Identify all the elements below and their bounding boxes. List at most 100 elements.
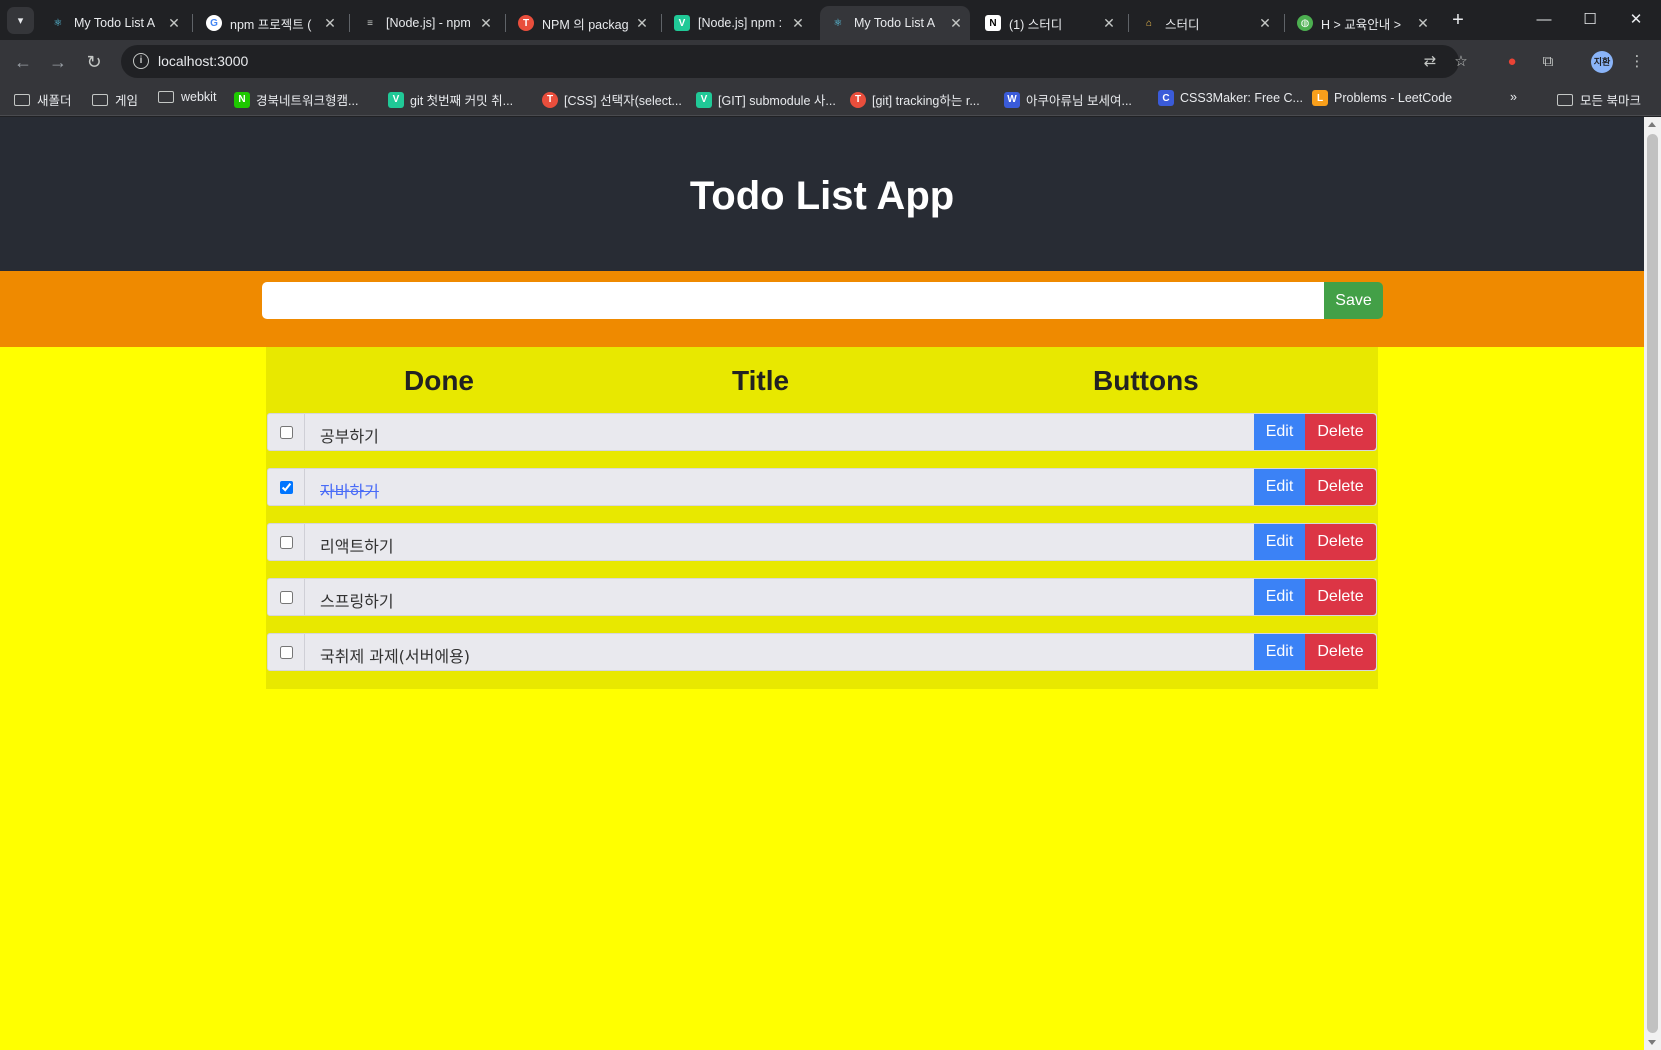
delete-button[interactable]: Delete (1305, 579, 1376, 615)
tab-2[interactable]: ≡ [Node.js] - npm ✕ (352, 6, 500, 40)
save-button[interactable]: Save (1324, 282, 1383, 319)
bookmark-7[interactable]: T [git] tracking하는 r... (850, 90, 980, 109)
todo-input[interactable] (262, 282, 1324, 319)
page-scrollbar[interactable] (1644, 117, 1661, 1050)
close-icon[interactable]: ✕ (322, 15, 338, 32)
wiki-icon: W (1004, 91, 1020, 108)
tistory-icon: T (850, 91, 866, 108)
extensions-puzzle-icon[interactable]: ⧉ (1538, 52, 1558, 72)
delete-button[interactable]: Delete (1305, 469, 1376, 505)
google-icon: G (206, 15, 222, 31)
edit-button[interactable]: Edit (1254, 414, 1305, 450)
maximize-button[interactable]: ☐ (1567, 0, 1613, 40)
edit-button[interactable]: Edit (1254, 524, 1305, 560)
todo-row: 리액트하기 Edit Delete (267, 523, 1377, 561)
close-icon: ✕ (1629, 11, 1643, 28)
done-checkbox[interactable] (279, 535, 293, 549)
tab-title: [Node.js] npm : (698, 16, 783, 30)
translate-icon[interactable]: ⇄ (1421, 53, 1439, 71)
minimize-button[interactable]: — (1521, 0, 1567, 40)
address-bar[interactable]: i localhost:3000 ⇄ ☆ (121, 45, 1468, 78)
leetcode-icon: L (1312, 90, 1328, 106)
close-icon[interactable]: ✕ (634, 15, 650, 32)
done-checkbox[interactable] (279, 590, 293, 604)
bookmark-folder-2[interactable]: webkit (158, 90, 216, 104)
profile-avatar[interactable]: 지환 (1591, 51, 1613, 73)
naver-icon: N (234, 91, 250, 108)
url-text[interactable]: localhost:3000 (158, 53, 248, 69)
notion-icon: N (985, 15, 1001, 31)
done-checkbox[interactable] (279, 480, 293, 494)
tab-1[interactable]: G npm 프로젝트 ( ✕ (196, 6, 344, 40)
bookmark-9[interactable]: C CSS3Maker: Free C... (1158, 90, 1303, 106)
chevron-double-right-icon: » (1510, 90, 1517, 104)
bookmarks-overflow-button[interactable]: » (1510, 90, 1517, 104)
delete-button[interactable]: Delete (1305, 414, 1376, 450)
bookmark-label: Problems - LeetCode (1334, 91, 1453, 105)
css3maker-icon: C (1158, 90, 1174, 106)
close-window-button[interactable]: ✕ (1613, 0, 1659, 40)
bookmark-label: 새폴더 (37, 94, 72, 108)
done-cell (268, 579, 305, 615)
done-checkbox[interactable] (279, 425, 293, 439)
close-icon[interactable]: ✕ (948, 15, 964, 32)
done-checkbox[interactable] (279, 645, 293, 659)
v-icon: V (674, 15, 690, 31)
all-bookmarks-folder[interactable]: 모든 북마크 (1557, 90, 1641, 109)
todo-title: 스프링하기 (320, 592, 394, 611)
tab-5-active[interactable]: ⚛ My Todo List A ✕ (820, 6, 970, 40)
bookmark-8[interactable]: W 아쿠아류님 보세여... (1004, 90, 1132, 109)
forward-button[interactable]: → (44, 48, 72, 76)
tistory-icon: T (542, 91, 558, 108)
close-icon[interactable]: ✕ (478, 15, 494, 32)
back-button[interactable]: ← (9, 48, 37, 76)
tab-3[interactable]: T NPM 의 packag ✕ (508, 6, 656, 40)
edit-button[interactable]: Edit (1254, 579, 1305, 615)
scroll-down-icon[interactable] (1648, 1040, 1656, 1045)
tab-4[interactable]: V [Node.js] npm : ✕ (664, 6, 812, 40)
react-icon: ⚛ (833, 17, 843, 29)
edit-button[interactable]: Edit (1254, 469, 1305, 505)
scroll-up-icon[interactable] (1648, 122, 1656, 127)
close-icon[interactable]: ✕ (1101, 15, 1117, 32)
info-icon[interactable]: i (133, 53, 149, 69)
bookmark-6[interactable]: V [GIT] submodule 사... (696, 90, 836, 109)
close-icon[interactable]: ✕ (790, 15, 806, 32)
tab-search-button[interactable]: ▾ (7, 7, 34, 34)
tab-7[interactable]: ⌂ 스터디 ✕ (1131, 6, 1279, 40)
bookmark-label: 경북네트워크형캠... (256, 94, 359, 108)
bookmark-folder-0[interactable]: 새폴더 (14, 90, 72, 109)
menu-kebab-icon[interactable]: ⋮ (1627, 52, 1647, 72)
tab-0[interactable]: ⚛ My Todo List A ✕ (40, 6, 188, 40)
bookmark-3[interactable]: N 경북네트워크형캠... (234, 90, 358, 109)
delete-button[interactable]: Delete (1305, 634, 1376, 670)
new-tab-button[interactable]: + (1445, 7, 1471, 33)
bookmark-4[interactable]: Vgit 첫번째 커밋 취... (388, 90, 513, 109)
minimize-icon: — (1536, 11, 1552, 28)
arrow-right-icon: → (49, 52, 67, 72)
reload-button[interactable]: ↻ (80, 48, 108, 76)
bookmark-10[interactable]: L Problems - LeetCode (1312, 90, 1452, 106)
tab-title: (1) 스터디 (1009, 17, 1063, 32)
todo-list: Done Title Buttons 공부하기 Edit Delete 자바하기… (266, 347, 1378, 689)
v-icon: V (388, 91, 404, 108)
bookmark-label: webkit (181, 90, 217, 104)
done-cell (268, 524, 305, 560)
star-icon[interactable]: ☆ (1452, 53, 1470, 71)
bookmark-folder-1[interactable]: 게임 (92, 90, 138, 109)
close-icon[interactable]: ✕ (166, 15, 182, 32)
close-icon[interactable]: ✕ (1257, 15, 1273, 32)
bookmark-5[interactable]: T [CSS] 선택자(select... (542, 90, 682, 109)
plus-icon: + (1452, 9, 1464, 31)
delete-button[interactable]: Delete (1305, 524, 1376, 560)
house-icon: ⌂ (1145, 17, 1153, 29)
scrollbar-thumb[interactable] (1647, 134, 1658, 1033)
extension-record-icon[interactable]: ● (1502, 52, 1522, 72)
tab-title: NPM 의 packag (542, 17, 629, 32)
tab-6[interactable]: N (1) 스터디 ✕ (975, 6, 1123, 40)
folder-icon (14, 93, 30, 106)
edit-button[interactable]: Edit (1254, 634, 1305, 670)
close-icon[interactable]: ✕ (1415, 15, 1431, 32)
page-viewport: Todo List App Save Done Title Buttons 공부… (0, 117, 1644, 1050)
tab-8[interactable]: ◍ H > 교육안내 > ✕ (1287, 6, 1437, 40)
